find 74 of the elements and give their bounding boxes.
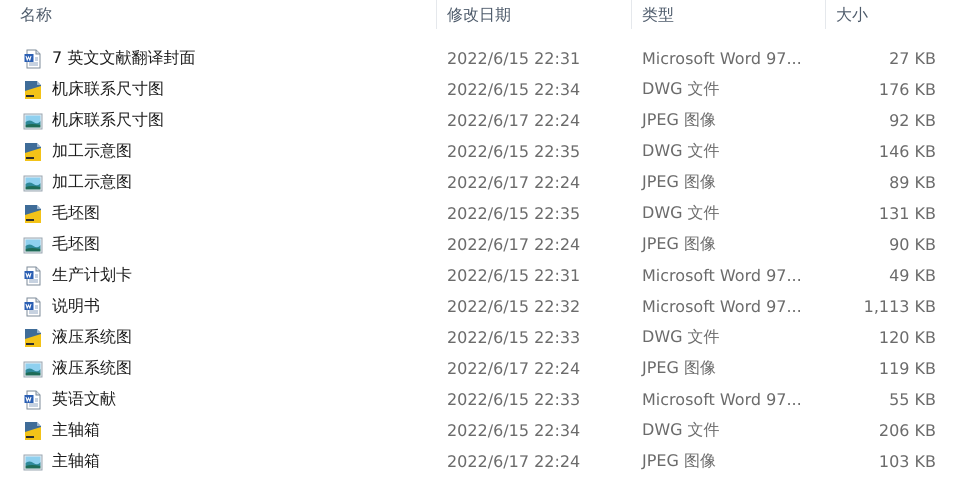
file-type: Microsoft Word 97... <box>642 49 802 68</box>
file-name[interactable]: 主轴箱 <box>52 420 100 441</box>
drawing-file-icon <box>23 420 43 440</box>
modified-date: 2022/6/15 22:35 <box>447 142 580 161</box>
file-size: 176 KB <box>878 80 936 99</box>
word-document-icon <box>23 266 43 286</box>
file-type: DWG 文件 <box>642 327 720 346</box>
file-name[interactable]: 主轴箱 <box>52 451 100 472</box>
file-type: Microsoft Word 97... <box>642 266 802 285</box>
file-type: JPEG 图像 <box>642 172 716 191</box>
file-name[interactable]: 毛坯图 <box>52 203 100 224</box>
modified-date: 2022/6/17 22:24 <box>447 111 580 130</box>
file-type: JPEG 图像 <box>642 110 716 129</box>
modified-date: 2022/6/17 22:24 <box>447 235 580 254</box>
file-size: 206 KB <box>878 421 936 440</box>
file-size: 119 KB <box>878 359 936 378</box>
file-type: DWG 文件 <box>642 420 720 439</box>
column-header[interactable]: 类型 <box>632 0 826 29</box>
file-size: 89 KB <box>889 173 936 192</box>
image-file-icon <box>23 234 43 254</box>
file-name[interactable]: 说明书 <box>52 296 100 317</box>
column-header[interactable]: 名称 <box>0 0 437 29</box>
file-type: DWG 文件 <box>642 141 720 160</box>
drawing-file-icon <box>23 142 43 162</box>
modified-date: 2022/6/17 22:24 <box>447 359 580 378</box>
word-document-icon <box>23 296 43 316</box>
file-name[interactable]: 英语文献 <box>52 389 116 410</box>
file-name[interactable]: 毛坯图 <box>52 234 100 255</box>
file-type: JPEG 图像 <box>642 451 716 470</box>
file-size: 55 KB <box>889 390 936 409</box>
file-name[interactable]: 机床联系尺寸图 <box>52 110 164 131</box>
column-header[interactable]: 修改日期 <box>437 0 632 29</box>
file-size: 146 KB <box>878 142 936 161</box>
modified-date: 2022/6/17 22:24 <box>447 173 580 192</box>
file-type: DWG 文件 <box>642 79 720 98</box>
modified-date: 2022/6/15 22:31 <box>447 49 580 68</box>
file-size: 120 KB <box>878 328 936 347</box>
word-document-icon <box>23 48 43 68</box>
file-name[interactable]: 机床联系尺寸图 <box>52 79 164 100</box>
file-name[interactable]: 加工示意图 <box>52 172 132 193</box>
file-name[interactable]: 生产计划卡 <box>52 265 132 286</box>
file-type: Microsoft Word 97... <box>642 297 802 316</box>
column-header[interactable]: 大小 <box>826 0 938 29</box>
image-file-icon <box>23 172 43 192</box>
modified-date: 2022/6/15 22:32 <box>447 297 580 316</box>
file-name[interactable]: 液压系统图 <box>52 358 132 379</box>
file-size: 49 KB <box>889 266 936 285</box>
modified-date: 2022/6/15 22:35 <box>447 204 580 223</box>
file-name[interactable]: 加工示意图 <box>52 141 132 162</box>
drawing-file-icon <box>23 204 43 224</box>
modified-date: 2022/6/15 22:31 <box>447 266 580 285</box>
modified-date: 2022/6/15 22:34 <box>447 421 580 440</box>
file-size: 1,113 KB <box>864 297 936 316</box>
file-type: DWG 文件 <box>642 203 720 222</box>
file-size: 90 KB <box>889 235 936 254</box>
file-size: 103 KB <box>878 452 936 471</box>
modified-date: 2022/6/15 22:34 <box>447 80 580 99</box>
file-name[interactable]: 液压系统图 <box>52 327 132 348</box>
image-file-icon <box>23 358 43 378</box>
modified-date: 2022/6/15 22:33 <box>447 390 580 409</box>
file-name[interactable]: 7 英文文献翻译封面 <box>52 48 196 69</box>
image-file-icon <box>23 452 43 472</box>
modified-date: 2022/6/15 22:33 <box>447 328 580 347</box>
file-type: JPEG 图像 <box>642 358 716 377</box>
image-file-icon <box>23 110 43 130</box>
file-size: 92 KB <box>889 111 936 130</box>
file-size: 131 KB <box>878 204 936 223</box>
word-document-icon <box>23 390 43 410</box>
drawing-file-icon <box>23 328 43 348</box>
file-type: Microsoft Word 97... <box>642 390 802 409</box>
file-size: 27 KB <box>889 49 936 68</box>
drawing-file-icon <box>23 80 43 100</box>
modified-date: 2022/6/17 22:24 <box>447 452 580 471</box>
file-type: JPEG 图像 <box>642 234 716 253</box>
